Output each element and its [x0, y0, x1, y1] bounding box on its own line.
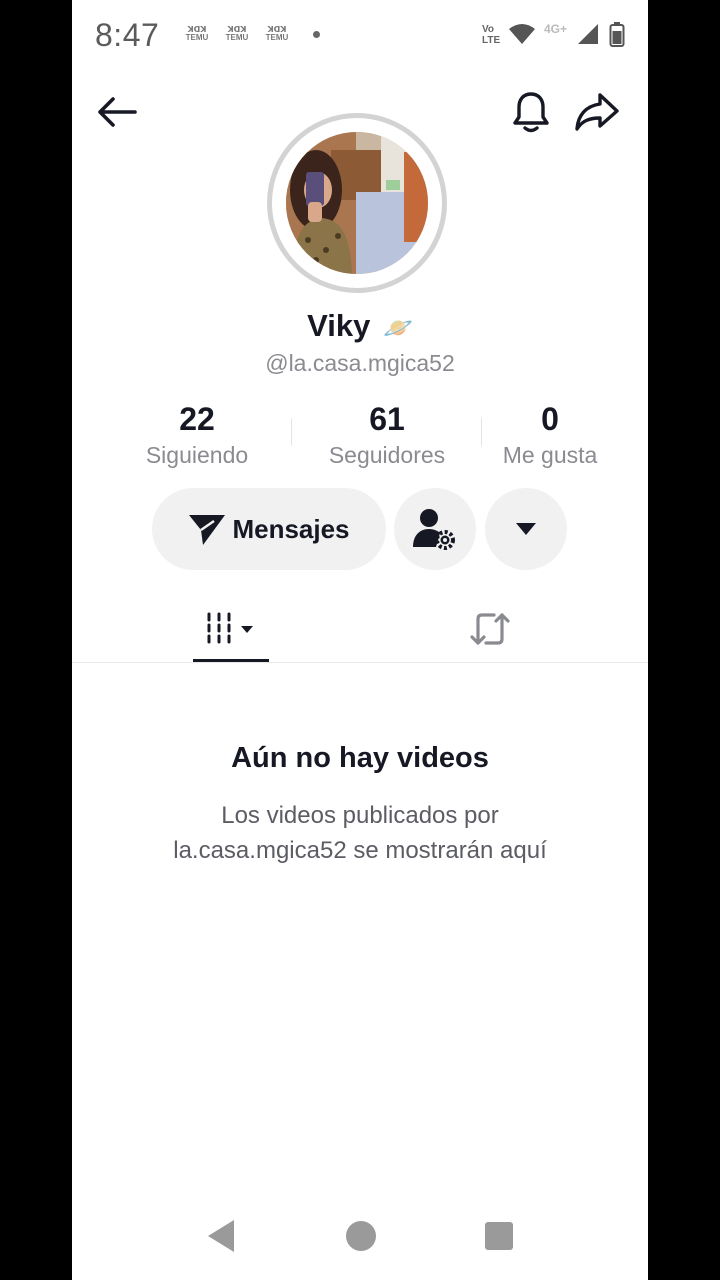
share-button[interactable] [573, 88, 621, 136]
temu-notification-icon: ꓘꓷꓘ TEMU [185, 25, 209, 42]
more-notifications-dot [313, 31, 320, 38]
empty-state-title: Aún no hay videos [231, 742, 489, 774]
stat-label: Me gusta [502, 442, 598, 468]
messages-button-label: Mensajes [232, 513, 350, 544]
stat-label: Siguiendo [145, 442, 249, 468]
messages-button[interactable]: Mensajes [152, 488, 386, 570]
user-gear-icon [413, 509, 455, 550]
arrow-left-icon [98, 97, 137, 127]
status-bar: 8:47 ꓘꓷꓘ TEMU ꓘꓷꓘ TEMU ꓘꓷꓘ TEMU Vo LTE 4G+ [72, 0, 648, 70]
profile-photo [286, 132, 428, 274]
stat-likes[interactable]: 0 Me gusta [470, 400, 630, 469]
tab-videos[interactable] [193, 598, 269, 660]
planet-emoji: 🪐 [382, 315, 413, 342]
notifications-button[interactable] [507, 88, 555, 136]
temu-notification-icon: ꓘꓷꓘ TEMU [225, 25, 249, 42]
tabs-divider [72, 662, 648, 663]
volte-indicator: Vo LTE [482, 24, 501, 46]
wifi-icon [509, 24, 535, 44]
stat-value: 0 [541, 401, 559, 437]
stat-followers[interactable]: 61 Seguidores [307, 400, 467, 469]
share-icon [575, 93, 619, 131]
stat-label: Seguidores [328, 442, 446, 468]
nav-home-button[interactable] [345, 1218, 377, 1254]
profile-name: Viky 🪐 [72, 308, 648, 344]
more-options-button[interactable] [485, 488, 567, 570]
send-icon [189, 515, 226, 545]
caret-down-icon [516, 523, 536, 535]
user-settings-button[interactable] [394, 488, 476, 570]
back-button[interactable] [93, 88, 141, 136]
signal-icon [578, 24, 598, 44]
grid-icon [207, 612, 253, 647]
stat-following[interactable]: 22 Siguiendo [117, 400, 277, 469]
nav-recents-button[interactable] [484, 1218, 514, 1254]
avatar [286, 132, 428, 274]
stat-divider [291, 418, 292, 446]
battery-icon [609, 22, 625, 47]
repost-icon [470, 613, 510, 645]
nav-back-button[interactable] [204, 1218, 238, 1254]
stat-value: 61 [369, 401, 405, 437]
profile-name-text: Viky [307, 308, 371, 343]
tab-reposts[interactable] [452, 598, 528, 660]
network-type: 4G+ [544, 22, 568, 36]
bell-icon [513, 92, 549, 133]
stat-value: 22 [179, 401, 215, 437]
avatar-ring[interactable] [267, 113, 447, 293]
temu-notification-icon: ꓘꓷꓘ TEMU [265, 25, 289, 42]
empty-state-description: Los videos publicados por la.casa.mgica5… [173, 802, 547, 864]
profile-handle: @la.casa.mgica52 [265, 350, 455, 376]
status-clock: 8:47 [95, 17, 160, 53]
profile-screen: 8:47 ꓘꓷꓘ TEMU ꓘꓷꓘ TEMU ꓘꓷꓘ TEMU Vo LTE 4G+ [72, 0, 648, 1280]
